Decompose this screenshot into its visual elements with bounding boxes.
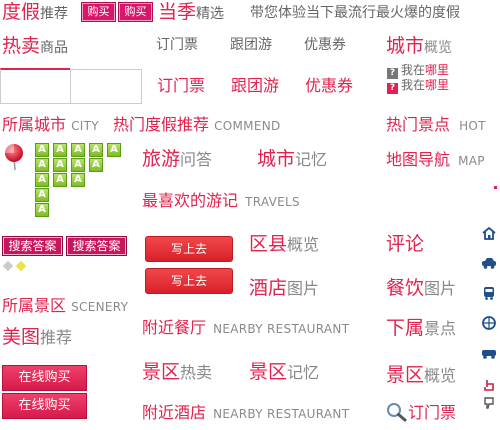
city-overview-title: 城市概览 [386,35,453,57]
letter-marker-icon: A [89,143,103,157]
letter-marker-icon: A [35,203,49,217]
diamond-yellow-icon [15,260,27,272]
search-answer-button-1[interactable]: 搜索答案 [2,236,63,256]
online-buy-button-1[interactable]: 在线购买 [2,365,87,391]
search-icon [387,403,407,422]
decor-dot [494,186,497,189]
photo-recommend-title: 美图推荐 [2,326,73,348]
scenic-hot-title: 景区热卖 [142,361,213,383]
travel-qa-title: 旅游问答 [142,148,213,170]
tab-coupon-red[interactable]: 优惠券 [305,78,353,94]
hot-spot-title: 热门景点 HOT [386,115,486,134]
ticket-search-link[interactable]: 订门票 [386,402,456,422]
favorite-travels-title: 最喜欢的游记 TRAVELS [142,191,300,210]
globe-icon[interactable] [481,316,497,330]
letter-marker-icon: A [71,173,85,187]
letter-marker-icon: A [35,158,49,172]
where-am-i-link-2[interactable]: ? 我在哪里 [387,79,449,94]
letter-marker-icon: A [35,188,49,202]
tab-box-inactive[interactable] [70,69,142,104]
district-overview-title: 区县概览 [249,233,320,255]
sub-spots-title: 下属景点 [386,317,457,339]
buy-button-2[interactable]: 购买 [118,2,153,22]
city-section-title: 所属城市 CITY [2,115,99,134]
car-icon[interactable] [481,256,497,270]
question-icon: ? [387,68,398,79]
nearby-hotel-title: 附近酒店 NEARBY RESTAURANT [142,403,350,422]
dangji-title: 当季精选 [158,1,225,23]
scenic-overview-title: 景区概览 [386,364,457,386]
letter-marker-icon: A [53,143,67,157]
slogan: 带您体验当下最流行最火爆的度假 [250,5,460,21]
tab-group-tour-gray[interactable]: 跟团游 [230,38,272,52]
nearby-restaurant-title: 附近餐厅 NEARBY RESTAURANT [142,318,350,337]
hotel-pictures-title: 酒店图片 [249,277,320,299]
online-buy-button-2[interactable]: 在线购买 [2,393,87,419]
tab-coupon-gray[interactable]: 优惠券 [304,38,346,52]
remai-title: 热卖商品 [2,35,69,57]
letter-marker-icon: A [53,173,67,187]
letter-marker-icon: A [89,158,103,172]
letter-marker-icon: A [35,173,49,187]
tab-ticket-red[interactable]: 订门票 [157,78,205,94]
letter-marker-icon: A [71,158,85,172]
scenery-section-title: 所属景区 SCENERY [2,296,129,315]
comment-title: 评论 [386,233,425,255]
scenic-memory-title: 景区记忆 [249,361,320,383]
bus-icon[interactable] [481,286,497,300]
tab-box-active[interactable] [0,68,70,104]
home-icon[interactable] [481,226,497,240]
letter-marker-icon: A [53,158,67,172]
food-pictures-title: 餐饮图片 [386,277,457,299]
write-button-2[interactable]: 写上去 [145,268,233,294]
diamond-gray-icon [2,260,14,272]
hand-pointer-icon[interactable] [481,378,497,392]
tab-group-tour-red[interactable]: 跟团游 [231,78,279,94]
buy-button-1[interactable]: 购买 [81,2,116,22]
letter-marker-icon: A [71,143,85,157]
write-button-1[interactable]: 写上去 [145,236,233,262]
thumbs-down-icon[interactable] [481,396,497,410]
letter-marker-icon: A [107,143,121,157]
search-answer-button-2[interactable]: 搜索答案 [66,236,127,256]
letter-marker-icon: A [35,143,49,157]
map-nav-title: 地图导航 MAP [386,150,485,169]
tab-ticket-gray[interactable]: 订门票 [156,38,198,52]
question-icon: ? [387,83,398,94]
city-memory-title: 城市记忆 [257,148,328,170]
car-front-icon[interactable] [481,346,497,360]
map-pin-icon [5,144,23,171]
where-am-i-link-1[interactable]: ? 我在哪里 [387,64,449,79]
hot-vacation-title: 热门度假推荐 COMMEND [113,115,281,134]
dujia-title: 度假推荐 [2,1,69,23]
